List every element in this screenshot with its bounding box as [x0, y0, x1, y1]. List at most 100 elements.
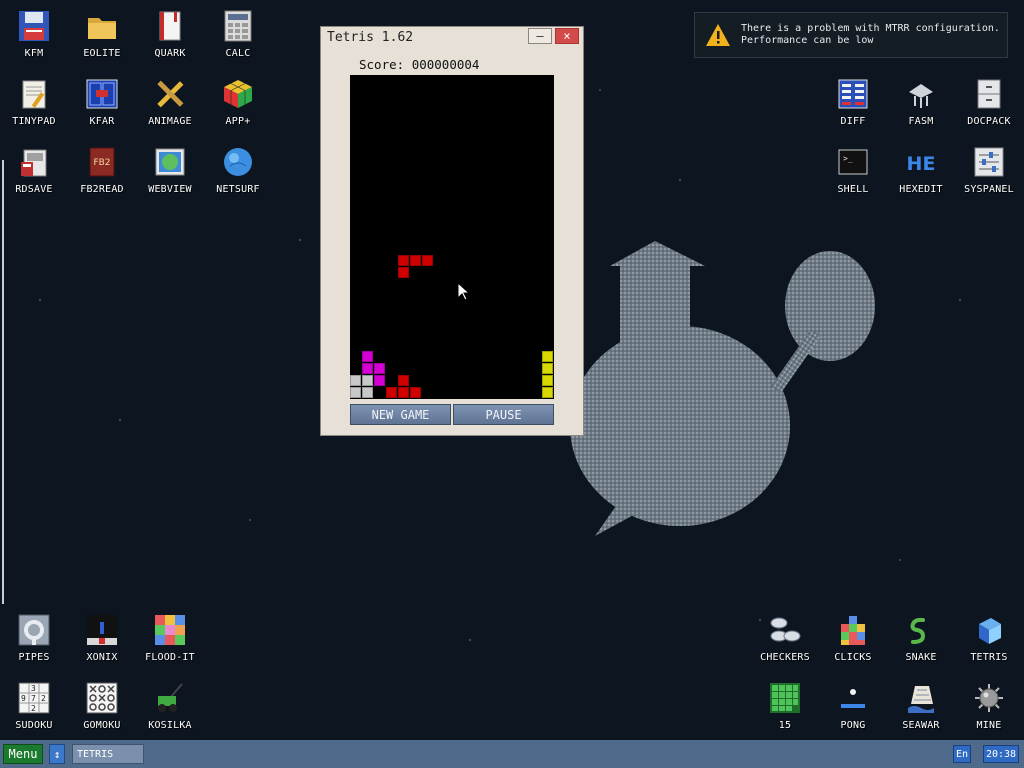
stacked-block [386, 387, 397, 398]
stacked-block [542, 363, 553, 374]
taskbar-item-tetris[interactable]: TETRIS [72, 744, 144, 764]
stacked-block [374, 363, 385, 374]
desktop-icon-eolite[interactable]: EOLITE [68, 0, 136, 66]
clicks-icon [835, 612, 871, 648]
svg-text:2: 2 [31, 704, 36, 713]
stacked-block [398, 375, 409, 386]
tetris-icon [971, 612, 1007, 648]
desktop-icon-quark[interactable]: QUARK [136, 0, 204, 66]
score-value: 000000004 [411, 57, 480, 72]
stacked-block [374, 375, 385, 386]
color-grid-icon [152, 612, 188, 648]
diff-icon [835, 76, 871, 112]
left-edge-panel [2, 160, 4, 604]
taskbar: Menu ↕ TETRIS En 20:38 [0, 740, 1024, 768]
stacked-block [362, 351, 373, 362]
cabinet-icon [971, 76, 1007, 112]
game-board[interactable] [350, 75, 554, 399]
desktop-icon-flood-it[interactable]: FLOOD-IT [136, 604, 204, 670]
mouse-cursor-icon [457, 282, 471, 301]
stacked-block [350, 375, 361, 386]
desktop-icon-app-plus[interactable]: APP+ [204, 68, 272, 134]
desktop-icon-checkers[interactable]: CHECKERS [751, 604, 819, 670]
floppy-disk-icon [16, 8, 52, 44]
up-down-arrows-icon: ↕ [53, 747, 61, 761]
snake-icon [903, 612, 939, 648]
desktop-icon-15[interactable]: 15 [751, 672, 819, 738]
pipes-icon [16, 612, 52, 648]
desktop-icon-kfm[interactable]: KFM [0, 0, 68, 66]
desktop-icon-webview[interactable]: WEBVIEW [136, 136, 204, 202]
desktop-icon-fasm[interactable]: FASM [887, 68, 955, 134]
desktop-icon-calc[interactable]: CALC [204, 0, 272, 66]
desktop-icon-diff[interactable]: DIFF [819, 68, 887, 134]
desktop-icon-sudoku[interactable]: 39722 SUDOKU [0, 672, 68, 738]
desktop-icon-netsurf[interactable]: NETSURF [204, 136, 272, 202]
desktop-icon-fb2read[interactable]: FB2 FB2READ [68, 136, 136, 202]
svg-text:FB2: FB2 [93, 158, 110, 168]
kfar-icon [84, 76, 120, 112]
desktop-icon-mine[interactable]: MINE [955, 672, 1023, 738]
tetris-window[interactable]: Tetris 1.62 – × Score: 000000004 NEW GAM… [320, 26, 584, 436]
switch-arrows-button[interactable]: ↕ [49, 744, 65, 764]
desktop-icon-kfar[interactable]: KFAR [68, 68, 136, 134]
desktop-icon-xonix[interactable]: XONIX [68, 604, 136, 670]
svg-text:2: 2 [41, 694, 46, 703]
close-button[interactable]: × [555, 28, 579, 44]
desktop-icon-tinypad[interactable]: TINYPAD [0, 68, 68, 134]
notepad-icon [16, 76, 52, 112]
fifteen-puzzle-icon [767, 680, 803, 716]
desktop-icon-rdsave[interactable]: RDSAVE [0, 136, 68, 202]
svg-text:9: 9 [21, 694, 26, 703]
desktop-icon-docpack[interactable]: DOCPACK [955, 68, 1023, 134]
menu-button[interactable]: Menu [3, 744, 43, 764]
score-label: Score: [359, 57, 405, 72]
pong-icon [835, 680, 871, 716]
planet-wallpaper-image [570, 241, 875, 536]
falling-piece-block [410, 255, 421, 266]
score-display: Score: 000000004 [359, 57, 479, 72]
stacked-block [362, 375, 373, 386]
disk-save-icon [16, 144, 52, 180]
pause-button[interactable]: PAUSE [453, 404, 554, 425]
stacked-block [542, 375, 553, 386]
desktop-icon-pipes[interactable]: PIPES [0, 604, 68, 670]
language-indicator[interactable]: En [953, 745, 971, 763]
falling-piece-block [398, 255, 409, 266]
desktop-icon-tetris[interactable]: TETRIS [955, 604, 1023, 670]
folder-icon [84, 8, 120, 44]
book-icon [152, 8, 188, 44]
stacked-block [542, 387, 553, 398]
desktop-icon-seawar[interactable]: SEAWAR [887, 672, 955, 738]
minimize-button[interactable]: – [528, 28, 552, 44]
stacked-block [362, 387, 373, 398]
desktop-icon-hexedit[interactable]: HE HEXEDIT [887, 136, 955, 202]
svg-text:3: 3 [31, 684, 36, 693]
falling-piece-block [398, 267, 409, 278]
webview-icon [152, 144, 188, 180]
mtrr-warning-notification[interactable]: There is a problem with MTRR configurati… [694, 12, 1008, 58]
sudoku-icon: 39722 [16, 680, 52, 716]
cube-icon [220, 76, 256, 112]
desktop-icon-syspanel[interactable]: SYSPANEL [955, 136, 1023, 202]
desktop-icon-animage[interactable]: ANIMAGE [136, 68, 204, 134]
desktop-icon-shell[interactable]: >_ SHELL [819, 136, 887, 202]
fb2-book-icon: FB2 [84, 144, 120, 180]
svg-text:>_: >_ [843, 154, 853, 163]
notification-text: There is a problem with MTRR configurati… [741, 23, 1000, 47]
stacked-block [410, 387, 421, 398]
desktop-icon-kosilka[interactable]: KOSILKA [136, 672, 204, 738]
desktop-icon-gomoku[interactable]: GOMOKU [68, 672, 136, 738]
lawnmower-icon [152, 680, 188, 716]
falling-piece-block [422, 255, 433, 266]
desktop-icon-snake[interactable]: SNAKE [887, 604, 955, 670]
desktop-icon-pong[interactable]: PONG [819, 672, 887, 738]
terminal-icon: >_ [835, 144, 871, 180]
svg-text:7: 7 [31, 694, 36, 703]
new-game-button[interactable]: NEW GAME [350, 404, 451, 425]
mine-icon [971, 680, 1007, 716]
desktop-icon-clicks[interactable]: CLICKS [819, 604, 887, 670]
checkers-icon [767, 612, 803, 648]
clock[interactable]: 20:38 [983, 745, 1019, 763]
sliders-icon [971, 144, 1007, 180]
